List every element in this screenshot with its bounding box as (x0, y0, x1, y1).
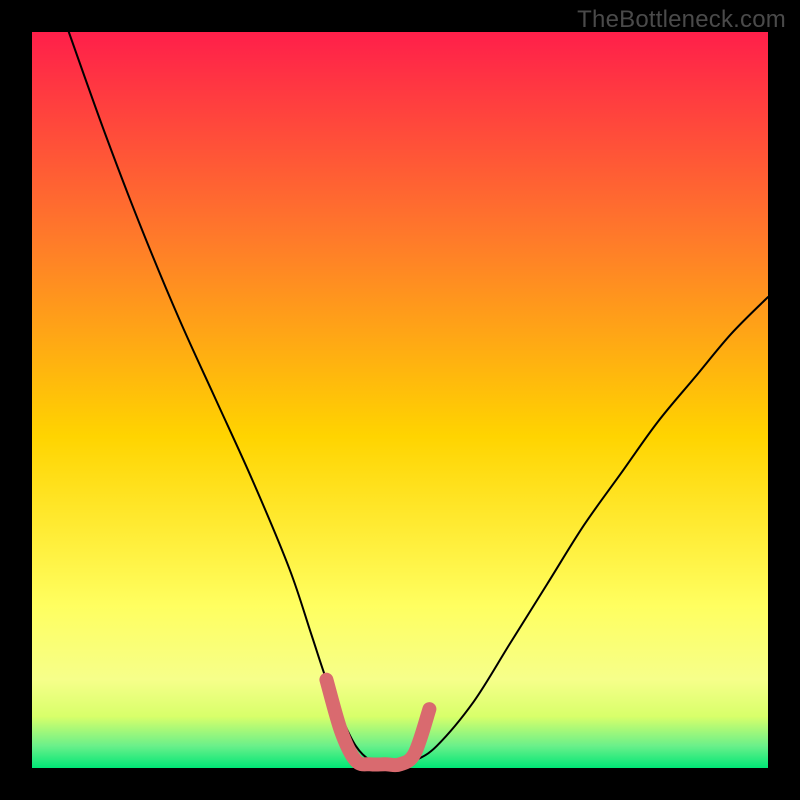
watermark-text: TheBottleneck.com (577, 6, 786, 34)
chart-frame: TheBottleneck.com (0, 0, 800, 800)
chart-svg (0, 0, 800, 800)
plot-background (32, 32, 768, 768)
